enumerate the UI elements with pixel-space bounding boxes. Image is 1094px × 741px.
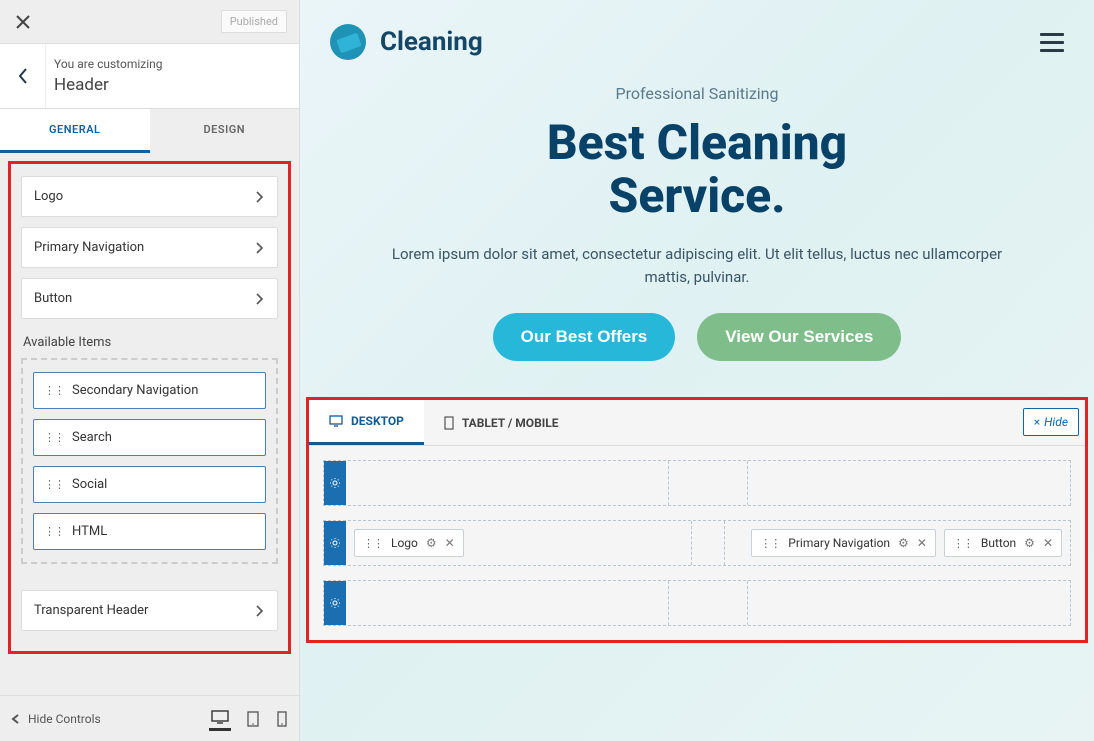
builder-tab-label: TABLET / MOBILE (462, 416, 559, 430)
chip-primary-navigation[interactable]: ⋮⋮ Primary Navigation ⚙ ✕ (751, 529, 936, 557)
header-zone-top[interactable] (323, 460, 1071, 506)
item-secondary-navigation[interactable]: ⋮⋮ Secondary Navigation (33, 372, 266, 409)
device-mobile-icon[interactable] (275, 707, 289, 731)
item-label: Search (72, 430, 112, 445)
back-button[interactable] (0, 44, 46, 108)
chip-label: Button (981, 536, 1016, 550)
close-icon[interactable] (12, 15, 34, 29)
item-html[interactable]: ⋮⋮ HTML (33, 513, 266, 550)
chevron-right-icon (253, 191, 265, 203)
gear-icon[interactable]: ⚙ (898, 536, 909, 550)
close-icon[interactable]: ✕ (917, 536, 927, 550)
builder-hide-button[interactable]: ×Hide (1023, 408, 1079, 436)
chevron-right-icon (253, 605, 265, 617)
published-badge[interactable]: Published (221, 10, 287, 33)
option-transparent-header[interactable]: Transparent Header (21, 590, 278, 631)
zone-settings-icon[interactable] (324, 461, 346, 505)
gear-icon[interactable]: ⚙ (1024, 536, 1035, 550)
close-icon[interactable]: ✕ (1043, 536, 1053, 550)
preview-pane: Cleaning Professional Sanitizing Best Cl… (300, 0, 1094, 741)
device-tablet-icon[interactable] (245, 707, 261, 731)
available-items-heading: Available Items (23, 335, 278, 350)
option-primary-navigation[interactable]: Primary Navigation (21, 227, 278, 268)
gear-icon[interactable]: ⚙ (426, 536, 437, 550)
device-desktop-icon[interactable] (209, 706, 231, 731)
grip-icon: ⋮⋮ (44, 384, 64, 397)
item-label: HTML (72, 524, 107, 539)
hide-controls-label: Hide Controls (28, 712, 101, 726)
logo-icon (330, 24, 366, 60)
header-zone-main[interactable]: ⋮⋮ Logo ⚙ ✕ ⋮⋮ Primary Navigation ⚙ (323, 520, 1071, 566)
customizer-sidebar: Published You are customizing Header GEN… (0, 0, 300, 741)
chevron-right-icon (253, 242, 265, 254)
menu-toggle[interactable] (1040, 28, 1064, 57)
zone-settings-icon[interactable] (324, 581, 346, 625)
option-logo[interactable]: Logo (21, 176, 278, 217)
close-icon[interactable]: ✕ (445, 536, 455, 550)
builder-tab-mobile[interactable]: TABLET / MOBILE (424, 402, 579, 444)
hero-title: Best Cleaning Service. (340, 117, 1054, 223)
brand-name: Cleaning (380, 27, 483, 57)
option-label: Primary Navigation (34, 240, 144, 255)
customizing-label: You are customizing (54, 57, 163, 71)
sidebar-tabs: GENERAL DESIGN (0, 109, 299, 153)
item-label: Secondary Navigation (72, 383, 198, 398)
grip-icon: ⋮⋮ (363, 537, 383, 550)
chip-label: Primary Navigation (788, 536, 890, 550)
chip-logo[interactable]: ⋮⋮ Logo ⚙ ✕ (354, 529, 464, 557)
chip-label: Logo (391, 536, 418, 550)
builder-hide-label: Hide (1044, 415, 1068, 429)
chevron-right-icon (253, 293, 265, 305)
hero-title-line1: Best Cleaning (547, 114, 847, 171)
hero-title-line2: Service. (609, 167, 786, 224)
available-items-dropzone: ⋮⋮ Secondary Navigation ⋮⋮ Search ⋮⋮ Soc… (21, 358, 278, 564)
builder-tab-desktop[interactable]: DESKTOP (309, 400, 424, 445)
chip-button[interactable]: ⋮⋮ Button ⚙ ✕ (944, 529, 1062, 557)
grip-icon: ⋮⋮ (44, 478, 64, 491)
header-zone-bottom[interactable] (323, 580, 1071, 626)
hide-controls-button[interactable]: Hide Controls (10, 712, 101, 726)
site-brand: Cleaning (330, 24, 483, 60)
item-search[interactable]: ⋮⋮ Search (33, 419, 266, 456)
item-label: Social (72, 477, 107, 492)
highlighted-general-panel: Logo Primary Navigation Button Available… (8, 161, 291, 654)
device-switcher (209, 706, 289, 731)
hero-description: Lorem ipsum dolor sit amet, consectetur … (387, 243, 1007, 290)
option-label: Logo (34, 189, 63, 204)
item-social[interactable]: ⋮⋮ Social (33, 466, 266, 503)
grip-icon: ⋮⋮ (44, 431, 64, 444)
section-title: Header (54, 75, 163, 95)
option-label: Button (34, 291, 72, 306)
option-button[interactable]: Button (21, 278, 278, 319)
zone-settings-icon[interactable] (324, 521, 346, 565)
cta-primary-button[interactable]: Our Best Offers (493, 313, 676, 361)
hero-kicker: Professional Sanitizing (340, 84, 1054, 103)
builder-tab-label: DESKTOP (351, 414, 404, 428)
tab-design[interactable]: DESIGN (150, 109, 300, 153)
tab-general[interactable]: GENERAL (0, 109, 150, 153)
cta-secondary-button[interactable]: View Our Services (697, 313, 901, 361)
grip-icon: ⋮⋮ (44, 525, 64, 538)
option-label: Transparent Header (34, 603, 148, 618)
grip-icon: ⋮⋮ (760, 537, 780, 550)
header-builder-panel: DESKTOP TABLET / MOBILE ×Hide (306, 397, 1088, 643)
grip-icon: ⋮⋮ (953, 537, 973, 550)
